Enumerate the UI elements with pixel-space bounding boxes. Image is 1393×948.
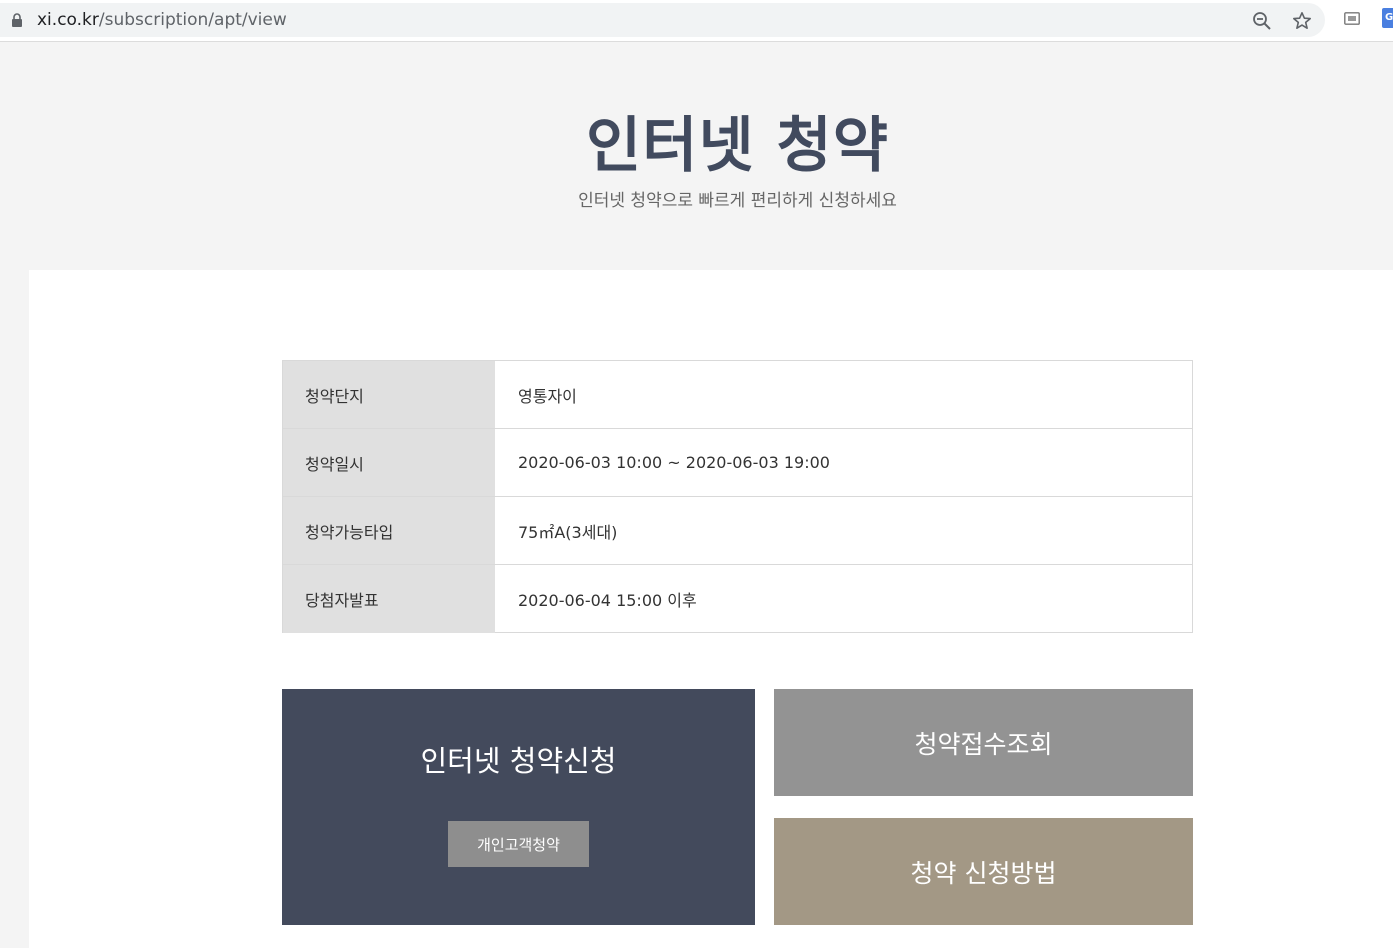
info-label: 청약단지: [283, 361, 495, 428]
address-bar[interactable]: xi.co.kr/subscription/apt/view: [0, 3, 1325, 37]
info-value: 2020-06-03 10:00 ~ 2020-06-03 19:00: [518, 453, 830, 472]
page-title: 인터넷 청약: [586, 111, 889, 181]
info-row-announcement: 당첨자발표 2020-06-04 15:00 이후: [283, 565, 1192, 633]
application-method-button[interactable]: 청약 신청방법: [774, 818, 1193, 925]
application-lookup-button[interactable]: 청약접수조회: [774, 689, 1193, 796]
lock-icon[interactable]: [10, 13, 24, 27]
url-text[interactable]: xi.co.kr/subscription/apt/view: [37, 10, 287, 30]
personal-apply-button[interactable]: 개인고객청약: [448, 821, 589, 867]
info-value: 75㎡A(3세대): [518, 522, 618, 542]
extension-badge-icon[interactable]: G: [1382, 8, 1393, 28]
info-value: 영통자이: [518, 386, 577, 406]
zoom-out-icon[interactable]: [1252, 11, 1272, 31]
info-label: 당첨자발표: [283, 565, 495, 633]
bookmark-star-icon[interactable]: [1292, 11, 1312, 31]
internet-apply-block: 인터넷 청약신청 개인고객청약: [282, 689, 755, 925]
info-value: 2020-06-04 15:00 이후: [518, 591, 697, 610]
info-row-type: 청약가능타입 75㎡A(3세대): [283, 497, 1192, 565]
info-row-period: 청약일시 2020-06-03 10:00 ~ 2020-06-03 19:00: [283, 429, 1192, 497]
internet-apply-title: 인터넷 청약신청: [420, 744, 617, 778]
info-label: 청약일시: [283, 429, 495, 496]
extension-icon[interactable]: [1344, 12, 1360, 25]
subscription-info-table: 청약단지 영통자이 청약일시 2020-06-03 10:00 ~ 2020-0…: [282, 360, 1193, 633]
info-label: 청약가능타입: [283, 497, 495, 564]
url-host: xi.co.kr: [37, 10, 99, 30]
browser-toolbar: xi.co.kr/subscription/apt/view G: [0, 0, 1393, 42]
url-path: /subscription/apt/view: [98, 10, 287, 30]
page-subtitle: 인터넷 청약으로 빠르게 편리하게 신청하세요: [578, 191, 897, 211]
info-row-complex: 청약단지 영통자이: [283, 361, 1192, 429]
